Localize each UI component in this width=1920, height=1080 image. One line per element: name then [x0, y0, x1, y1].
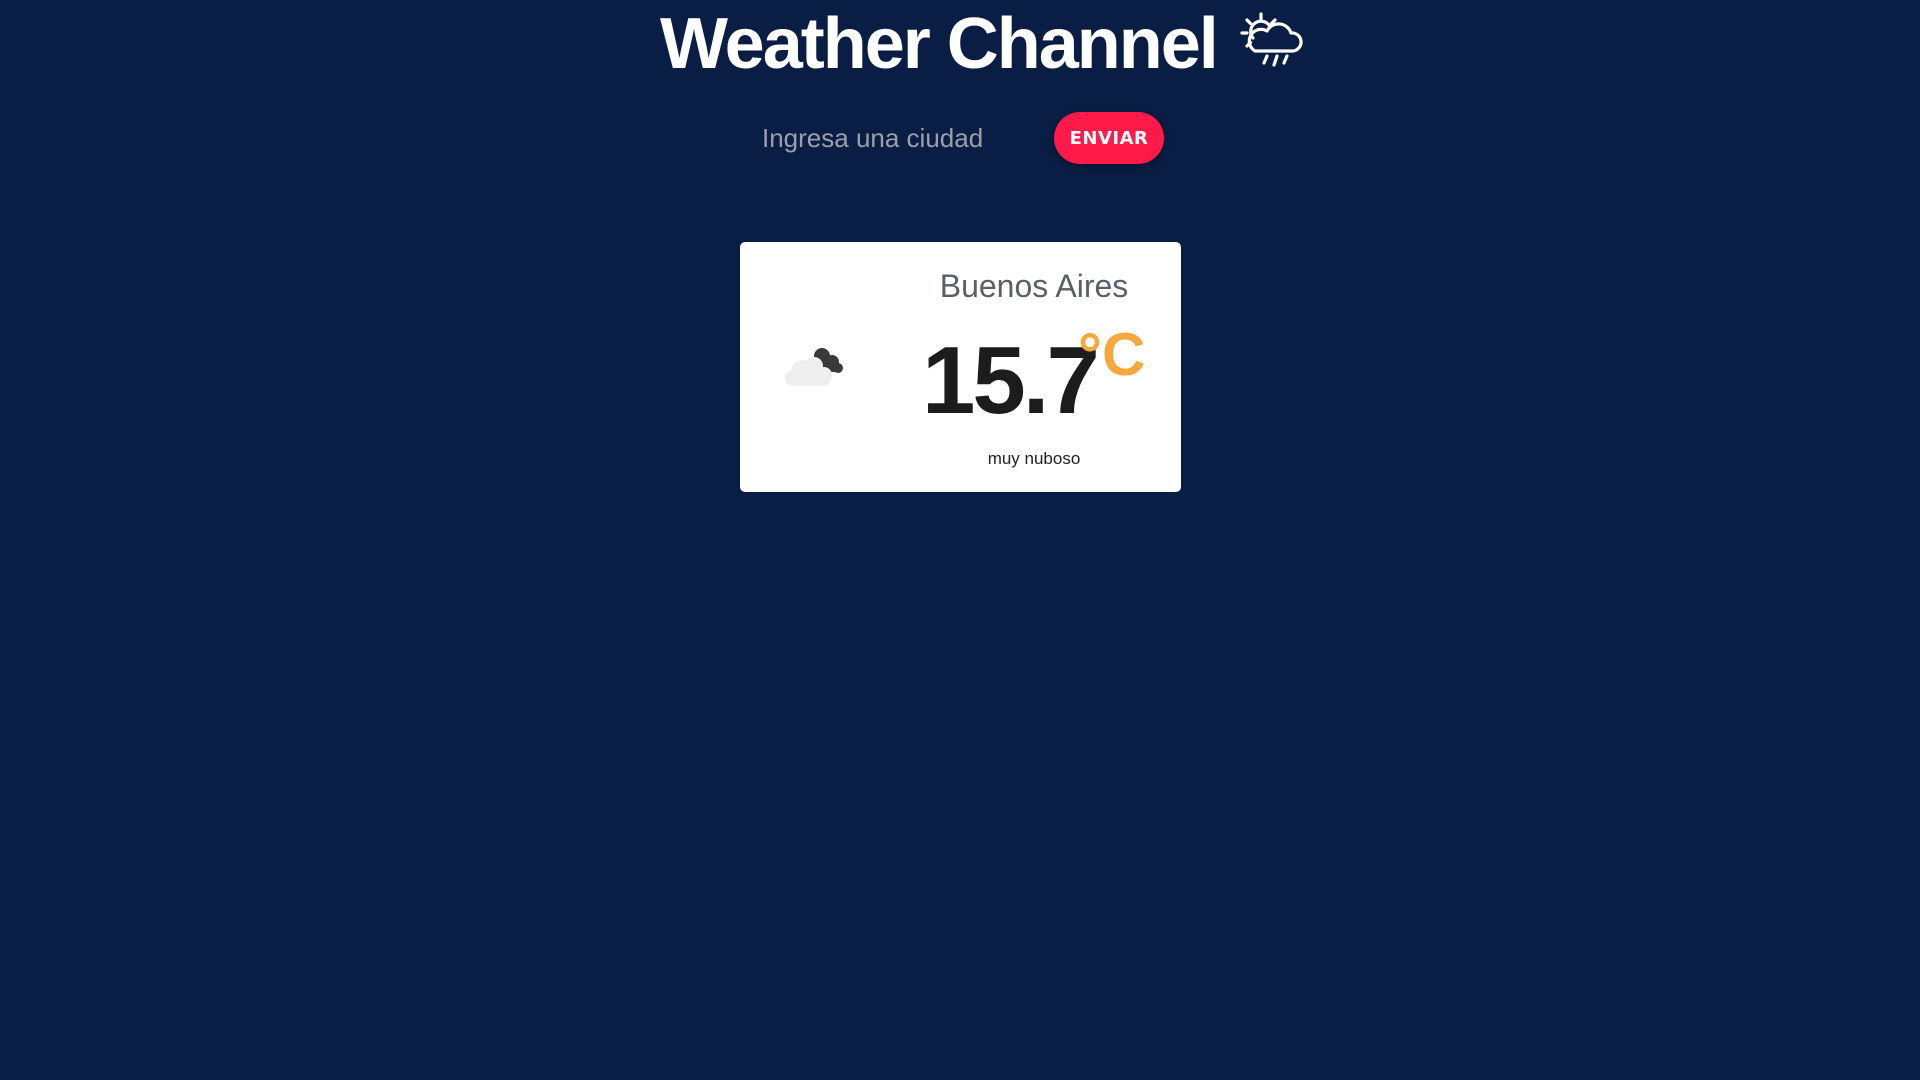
app-title: Weather Channel: [660, 4, 1219, 84]
cloud-sun-rain-icon: [1240, 12, 1303, 67]
app-header: Weather Channel: [0, 0, 1920, 90]
send-button[interactable]: ENVIAR: [1054, 112, 1164, 164]
weather-description: muy nuboso: [987, 449, 1081, 468]
search-bar: ENVIAR: [0, 108, 1920, 168]
temperature-unit: °C: [1078, 321, 1146, 388]
title-group: Weather Channel: [660, 4, 1305, 84]
temperature-value: 15.7: [922, 327, 1100, 434]
weather-card: Buenos Aires 15.7 °C muy nuboso: [740, 242, 1181, 492]
city-input[interactable]: [758, 114, 1006, 162]
overcast-clouds-icon: [785, 348, 843, 386]
city-name: Buenos Aires: [939, 268, 1129, 304]
